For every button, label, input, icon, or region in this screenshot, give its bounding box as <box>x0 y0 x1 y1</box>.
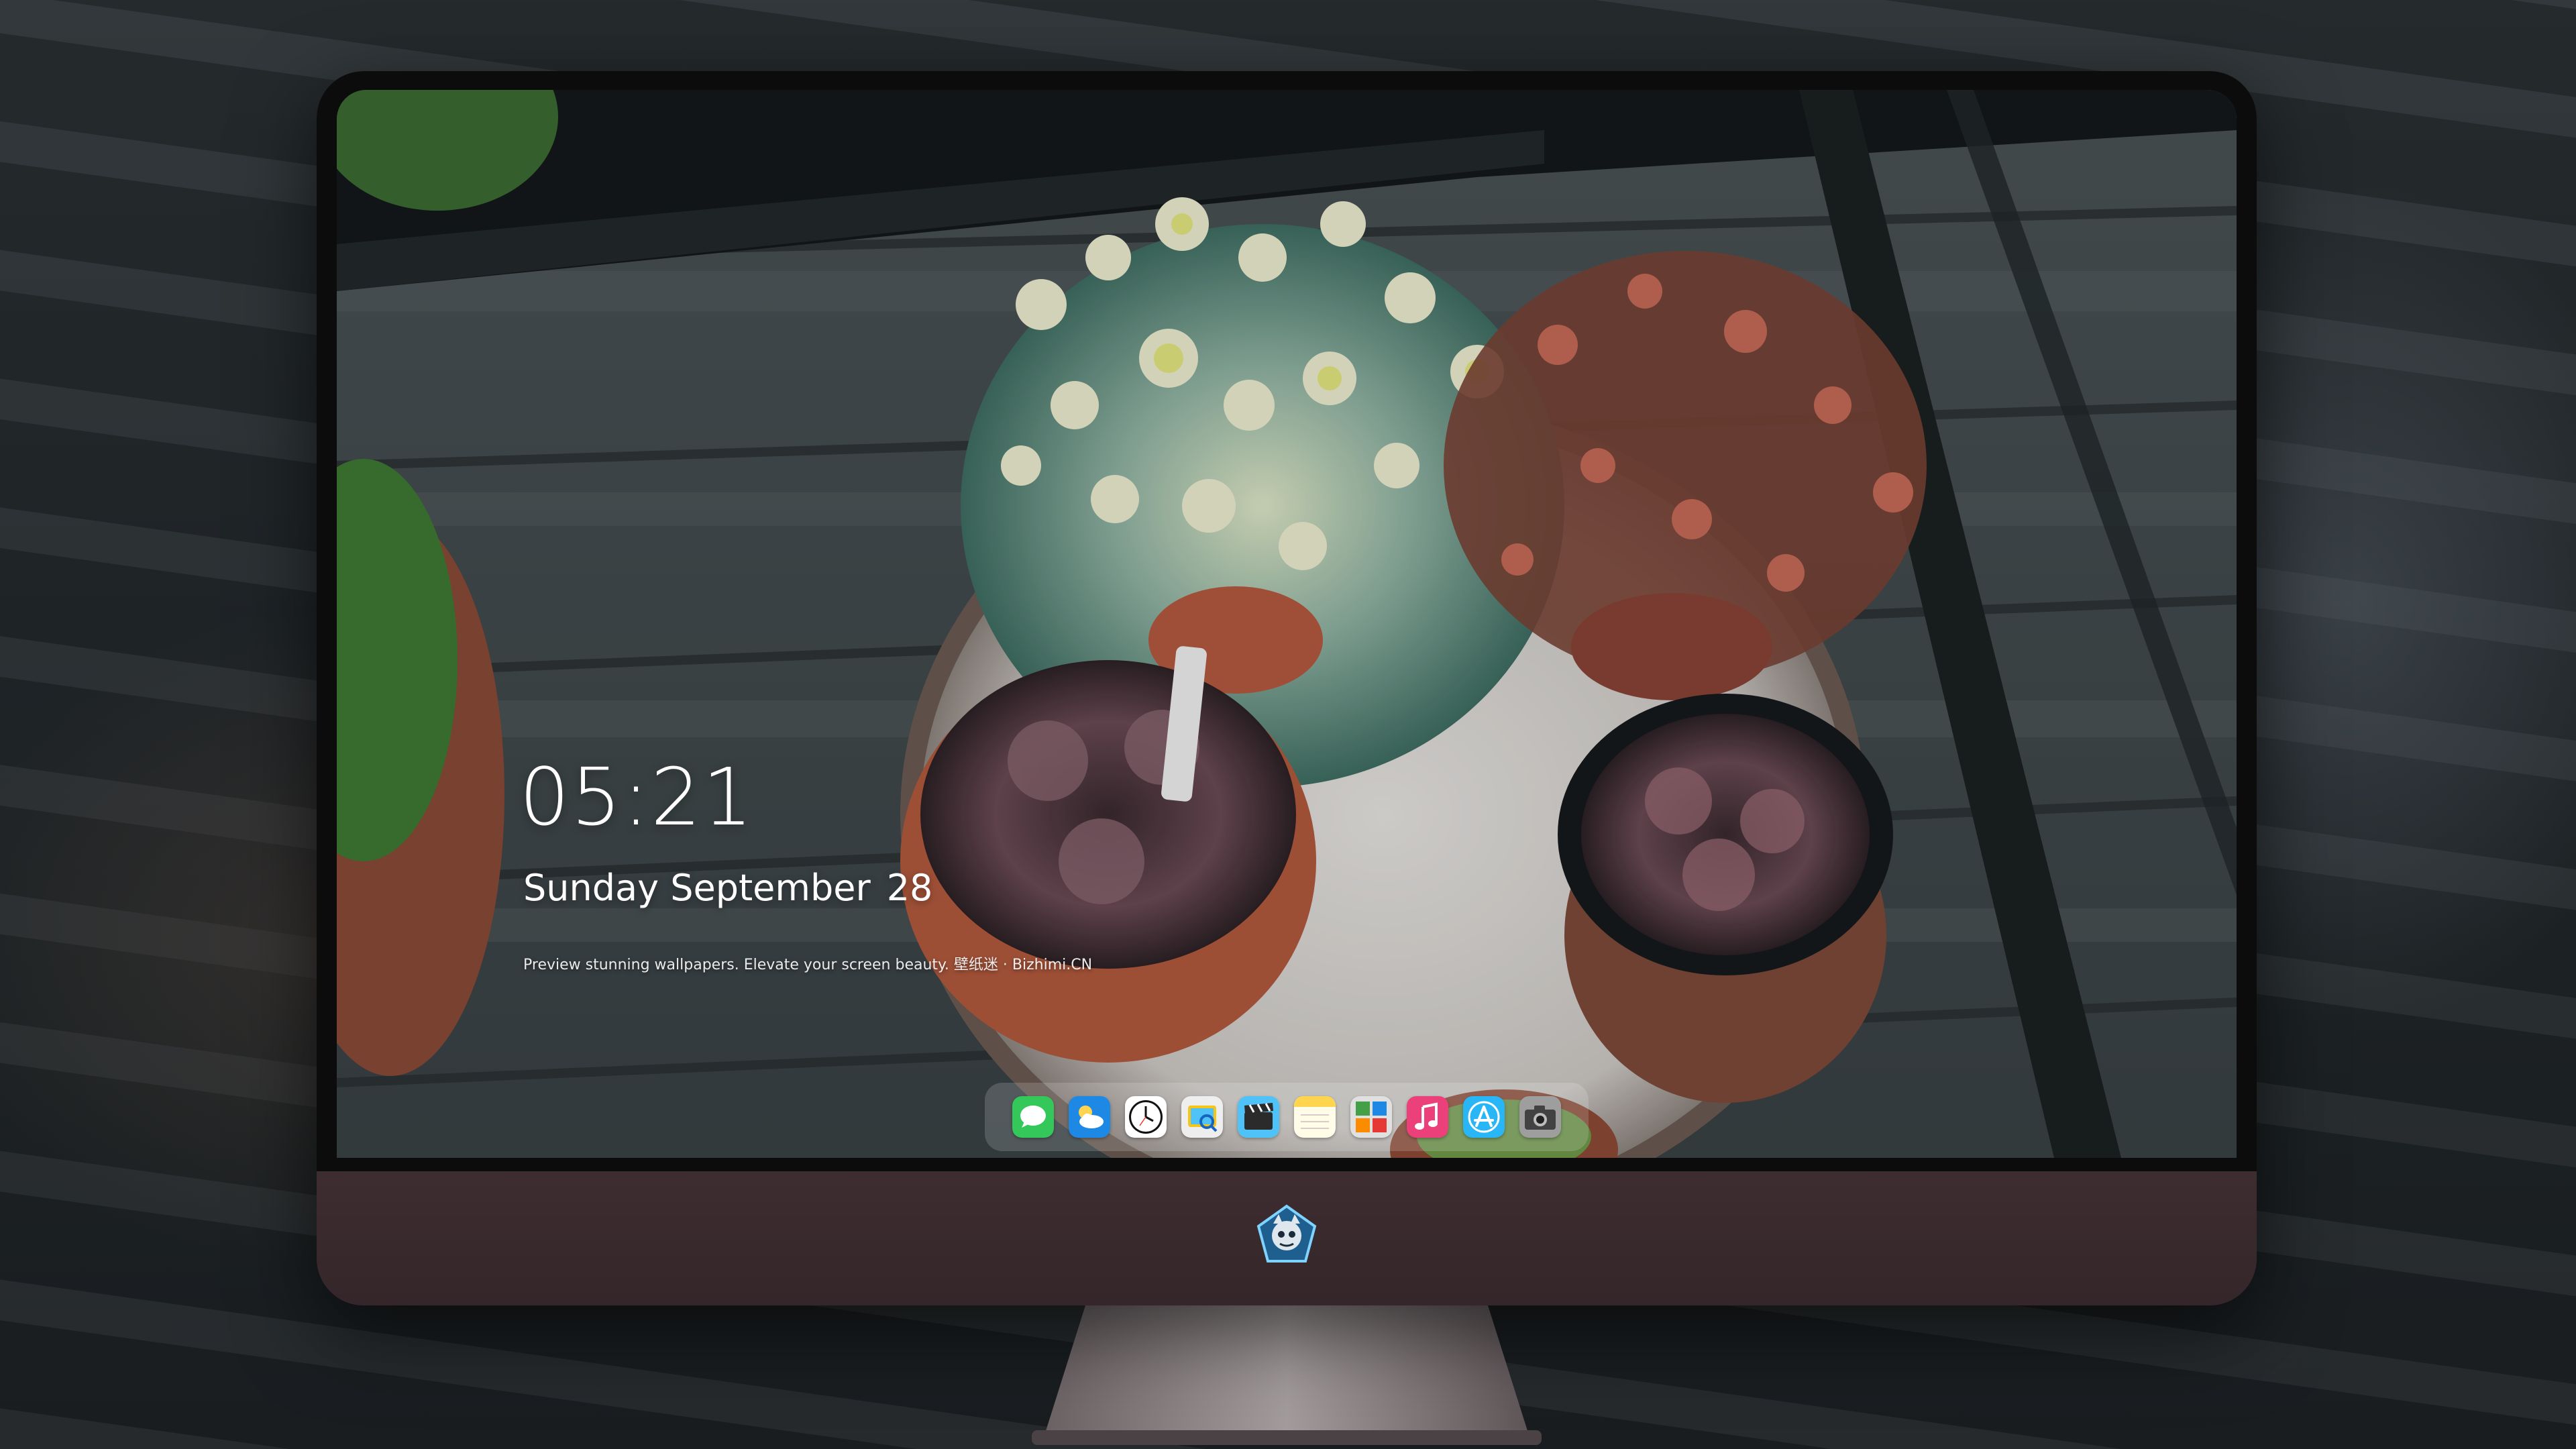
desktop-scene: 05:21 Sunday September 28 Preview stunnin… <box>0 0 2576 1449</box>
screen: 05:21 Sunday September 28 Preview stunnin… <box>337 90 2237 1158</box>
clock-icon <box>1125 1096 1167 1138</box>
dock-item-messages[interactable] <box>1012 1096 1054 1138</box>
app-store-icon <box>1463 1096 1505 1138</box>
image-viewer-icon <box>1181 1096 1223 1138</box>
lockscreen-date: Sunday September 28 <box>523 867 932 909</box>
lockscreen-clock: 05:21 <box>519 751 755 843</box>
dock <box>985 1083 1589 1151</box>
dock-item-notes[interactable] <box>1294 1096 1336 1138</box>
dock-item-video[interactable] <box>1238 1096 1279 1138</box>
photo-booth-icon <box>1350 1096 1392 1138</box>
dock-item-music[interactable] <box>1407 1096 1448 1138</box>
dock-item-preview[interactable] <box>1181 1096 1223 1138</box>
mascot-logo-icon <box>1256 1204 1317 1263</box>
lockscreen-day: Sunday September <box>523 867 871 909</box>
lockscreen-tagline: Preview stunning wallpapers. Elevate you… <box>523 957 1093 973</box>
monitor: 05:21 Sunday September 28 Preview stunnin… <box>317 71 2257 1305</box>
monitor-chin <box>317 1171 2257 1305</box>
wallpaper <box>337 90 2237 1158</box>
dock-item-photo-booth[interactable] <box>1350 1096 1392 1138</box>
camera-icon <box>1519 1096 1561 1138</box>
cloud-sun-icon <box>1069 1096 1110 1138</box>
monitor-bezel: 05:21 Sunday September 28 Preview stunnin… <box>317 71 2257 1171</box>
chat-bubble-icon <box>1012 1096 1054 1138</box>
dock-item-clock[interactable] <box>1125 1096 1167 1138</box>
monitor-stand <box>1032 1305 1542 1445</box>
lockscreen-date-number: 28 <box>886 867 933 909</box>
notes-icon <box>1294 1096 1336 1138</box>
music-note-icon <box>1407 1096 1448 1138</box>
dock-item-weather[interactable] <box>1069 1096 1110 1138</box>
clapper-icon <box>1238 1096 1279 1138</box>
dock-item-app-store[interactable] <box>1463 1096 1505 1138</box>
dock-item-camera[interactable] <box>1519 1096 1561 1138</box>
